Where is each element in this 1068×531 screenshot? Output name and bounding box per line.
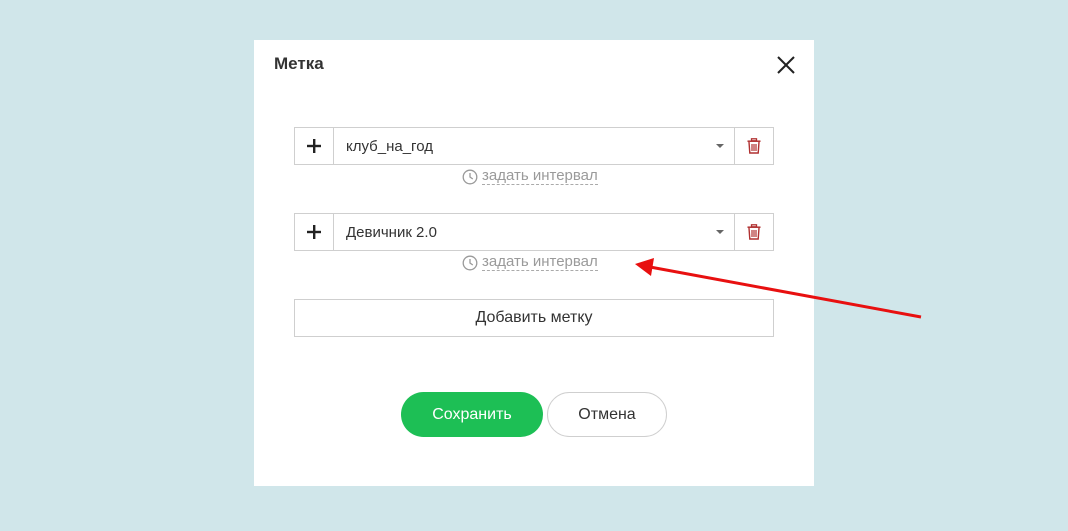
chevron-down-icon	[716, 144, 724, 148]
tag-row: Девичник 2.0	[294, 213, 774, 251]
plus-icon	[307, 225, 321, 239]
tag-dialog: Метка клуб_на_год задать интервал Девичн…	[254, 40, 814, 486]
delete-tag-button[interactable]	[734, 214, 773, 250]
set-interval-link[interactable]: задать интервал	[462, 254, 598, 271]
tag-select-value: Девичник 2.0	[346, 223, 437, 241]
plus-icon	[307, 139, 321, 153]
close-button[interactable]	[774, 53, 798, 77]
clock-icon	[462, 169, 478, 184]
set-interval-link[interactable]: задать интервал	[462, 168, 598, 185]
add-subtag-button[interactable]	[295, 214, 334, 250]
chevron-down-icon	[716, 230, 724, 234]
close-icon	[777, 56, 795, 74]
dialog-title: Метка	[274, 54, 324, 73]
add-tag-button[interactable]: Добавить метку	[294, 299, 774, 337]
set-interval-label: задать интервал	[482, 253, 598, 271]
save-button[interactable]: Сохранить	[401, 392, 543, 437]
tag-select[interactable]: клуб_на_год	[334, 128, 734, 164]
add-subtag-button[interactable]	[295, 128, 334, 164]
trash-icon	[747, 224, 761, 240]
tag-select[interactable]: Девичник 2.0	[334, 214, 734, 250]
cancel-button[interactable]: Отмена	[547, 392, 667, 437]
clock-icon	[462, 255, 478, 270]
set-interval-label: задать интервал	[482, 167, 598, 185]
tag-select-value: клуб_на_год	[346, 137, 433, 155]
tag-row: клуб_на_год	[294, 127, 774, 165]
delete-tag-button[interactable]	[734, 128, 773, 164]
trash-icon	[747, 138, 761, 154]
